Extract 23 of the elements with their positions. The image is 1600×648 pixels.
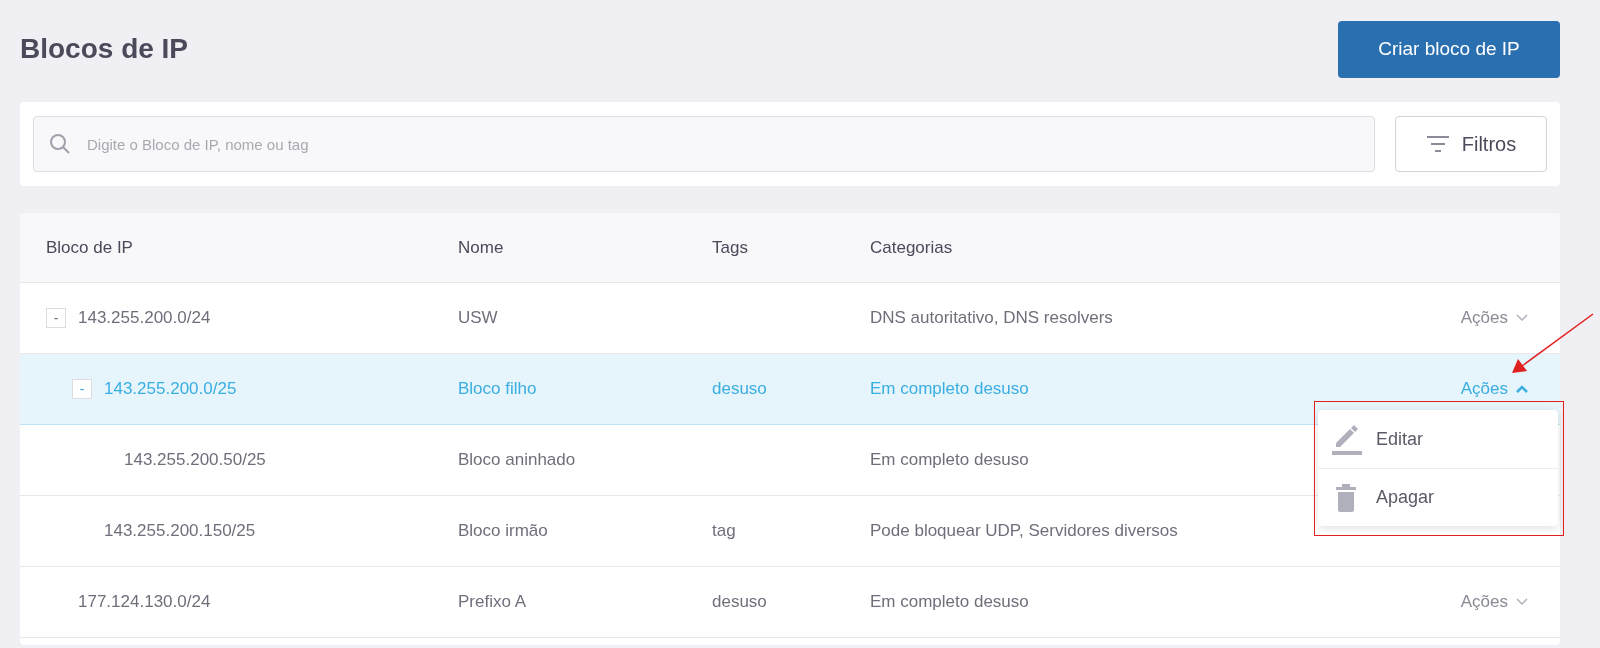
ip-block-cell-text: 143.255.200.50/25 — [124, 449, 266, 472]
column-header: Tags — [712, 237, 748, 257]
categories-cell: Em completo desuso — [870, 450, 1029, 470]
categories-cell: Pode bloquear UDP, Servidores diversos — [870, 521, 1178, 541]
column-header: Bloco de IP — [46, 237, 133, 257]
ip-block-cell-text: 143.255.200.150/25 — [104, 520, 256, 543]
name-cell: Bloco irmão — [458, 521, 548, 541]
column-header: Nome — [458, 237, 504, 257]
categories-cell: Em completo desuso — [870, 592, 1029, 612]
categories-cell: Em completo desuso — [870, 379, 1029, 399]
categories-cell: DNS autoritativo, DNS resolvers — [870, 308, 1113, 328]
name-cell: Bloco filho — [458, 379, 537, 399]
tag-cell: desuso — [712, 592, 767, 612]
name-cell: USW — [458, 308, 498, 328]
name-cell: Prefixo A — [458, 592, 527, 612]
ip-block-cell-text: 143.255.200.0/25 — [104, 378, 237, 401]
ip-block-cell-text: 143.255.200.0/24 — [78, 307, 211, 330]
page-title: Blocos de IP — [20, 32, 189, 66]
name-cell: Bloco aninhado — [458, 450, 576, 470]
column-header: Categorias — [870, 237, 953, 257]
tag-cell: tag — [712, 521, 736, 541]
tag-cell: desuso — [712, 379, 767, 399]
ip-block-cell-text: 177.124.130.0/24 — [78, 591, 211, 614]
